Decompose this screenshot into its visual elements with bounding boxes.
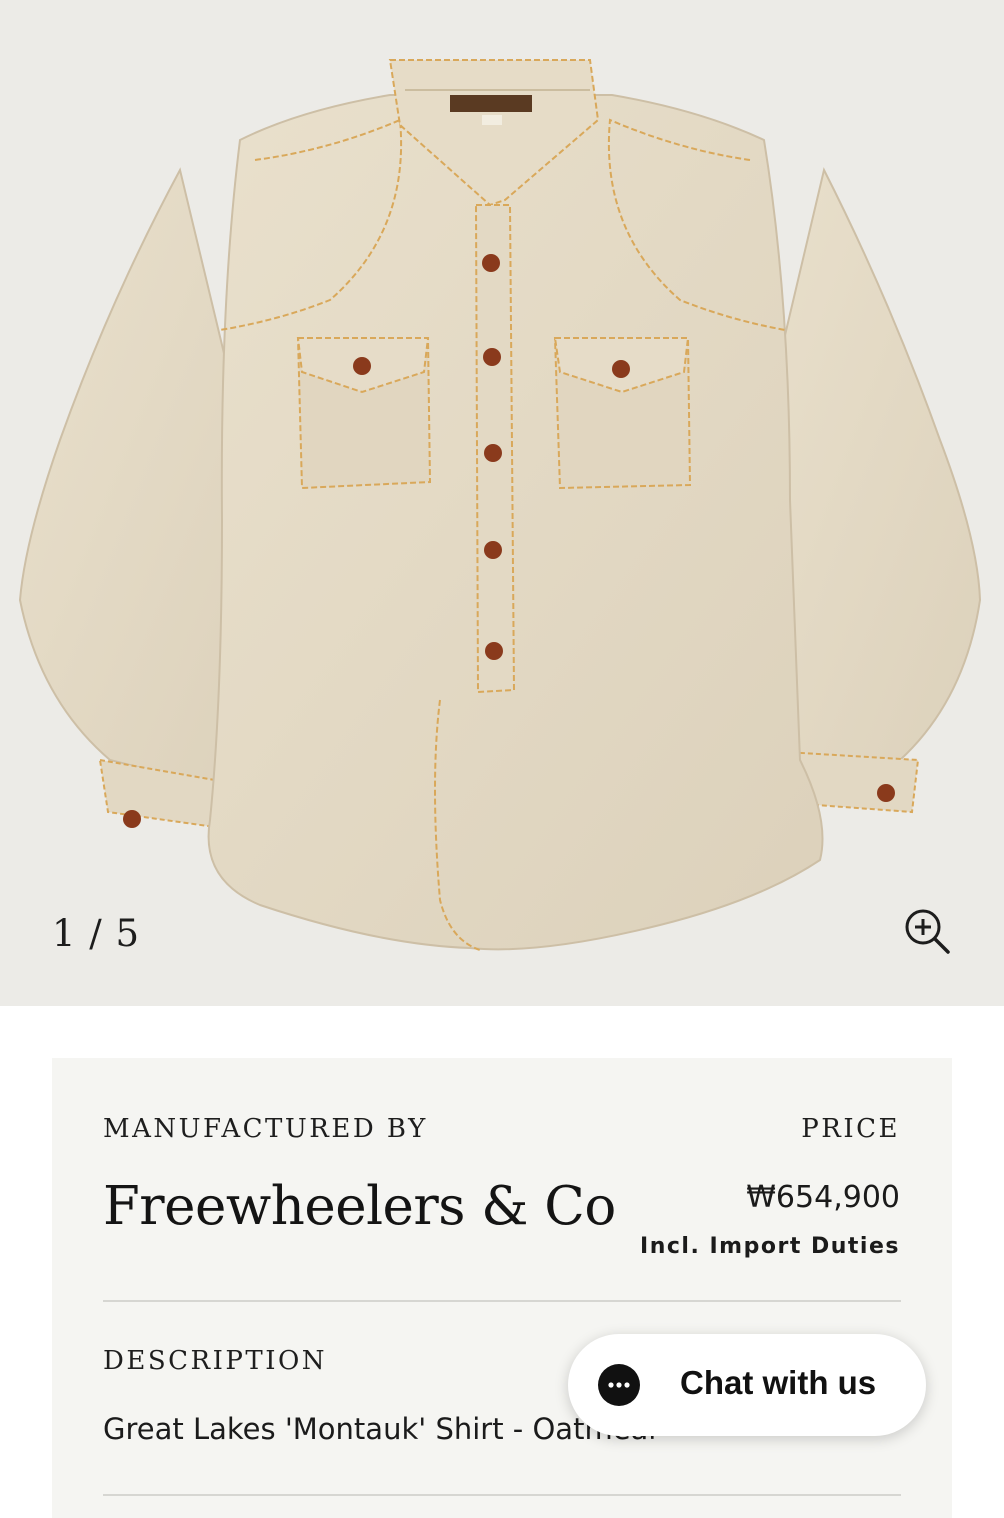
chat-label: Chat with us [680, 1364, 877, 1401]
chat-bubble-icon [598, 1364, 640, 1406]
image-counter: 1 / 5 [52, 912, 141, 955]
manufacturer-name[interactable]: Freewheelers & Co [103, 1176, 616, 1237]
description-label: DESCRIPTION [103, 1346, 328, 1376]
divider [103, 1300, 901, 1302]
divider [103, 1494, 901, 1496]
product-gallery[interactable]: 1 / 5 [0, 0, 1004, 1006]
zoom-in-icon [905, 909, 950, 954]
product-info-card: MANUFACTURED BY PRICE Freewheelers & Co … [52, 1058, 952, 1518]
zoom-button[interactable] [900, 904, 954, 958]
chat-with-us-button[interactable]: Chat with us [568, 1334, 926, 1436]
product-price: ₩654,900 [746, 1180, 900, 1215]
product-image[interactable] [0, 0, 1004, 1006]
product-description: Great Lakes 'Montauk' Shirt - Oatmeal [103, 1412, 657, 1446]
price-note: Incl. Import Duties [640, 1234, 900, 1259]
price-label: PRICE [801, 1114, 900, 1144]
manufacturer-label: MANUFACTURED BY [103, 1114, 428, 1144]
